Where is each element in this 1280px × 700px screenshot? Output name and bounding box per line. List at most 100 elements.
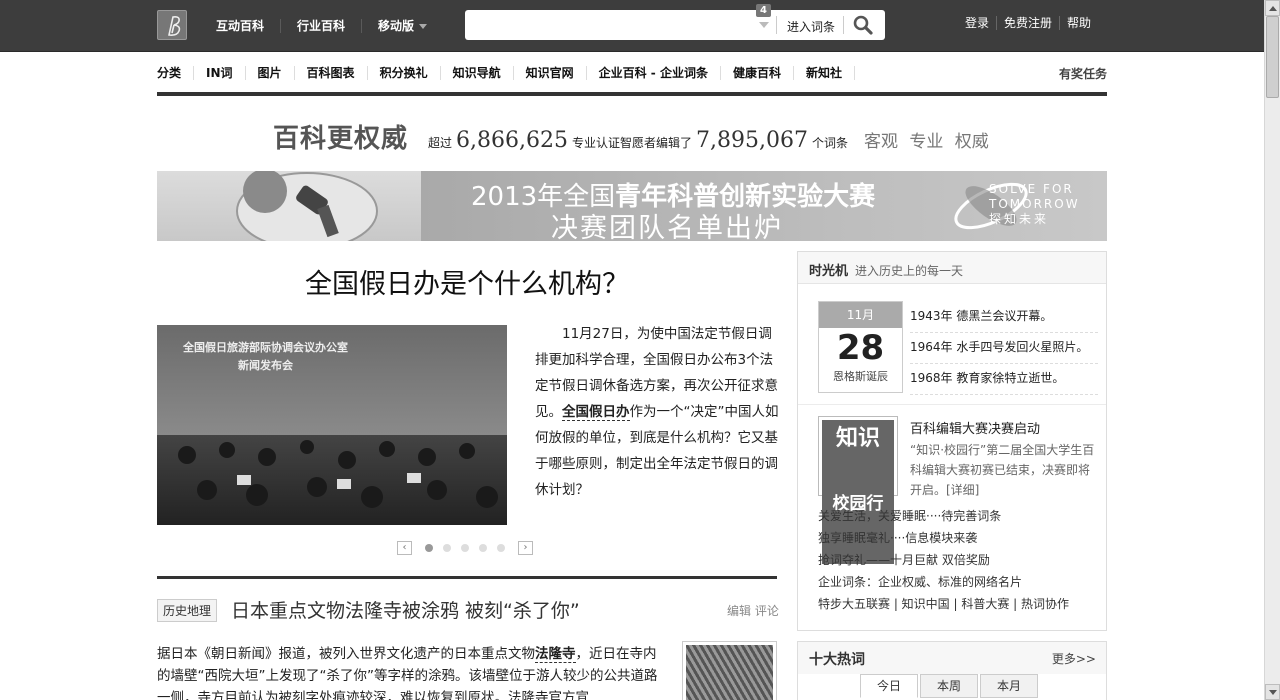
baike-logo-icon[interactable] <box>157 10 187 40</box>
nav-mobile-label: 移动版 <box>378 19 415 33</box>
divider <box>157 576 777 579</box>
subnav-item-knowledge-nav[interactable]: 知识导航 <box>441 66 514 80</box>
photo-sign-line: 新闻发布会 <box>238 359 293 372</box>
article-thumbnail[interactable] <box>682 641 777 700</box>
search-button[interactable] <box>851 14 875 36</box>
photo-audience <box>157 435 507 525</box>
search-icon <box>853 15 873 35</box>
promo-link[interactable]: 独享睡眠毫礼····信息模块来袭 <box>818 527 1103 549</box>
reward-tasks-link[interactable]: 有奖任务 <box>1059 65 1107 82</box>
panel-title[interactable]: 时光机 <box>809 260 848 279</box>
entry-link-horyuji[interactable]: 法隆寺 <box>535 646 576 663</box>
promo-links: 关爱生活，关爱睡眠····待完善词条 独享睡眠毫礼····信息模块来袭 抢词夺礼… <box>818 505 1103 615</box>
slogan-mid: 专业认证智愿者编辑了 <box>572 136 693 150</box>
panel-header: 十大热词 更多>> <box>798 642 1106 674</box>
feature-summary: 11月27日，为使中国法定节假日调排更加科学合理，全国假日办公布3个法定节假日调… <box>535 321 780 503</box>
search-box: 4 进入词条 <box>465 4 885 40</box>
promo-link[interactable]: 抢词夺礼——十月巨献 双倍奖励 <box>818 549 1103 571</box>
entry-link-holiday-office[interactable]: 全国假日办 <box>562 404 630 421</box>
slogan-title: 百科更权威 <box>273 124 409 154</box>
subnav-item-enterprise[interactable]: 企业百科 - 企业词条 <box>587 66 721 80</box>
nav-hudong-baike[interactable]: 互动百科 <box>200 19 282 33</box>
article-category-tag[interactable]: 历史地理 <box>157 599 218 622</box>
editor-count: 6,866,625 <box>456 128 568 153</box>
brand-line: TOMORROW <box>989 197 1080 211</box>
promo-logo-line: 知识 <box>822 420 894 492</box>
register-link[interactable]: 免费注册 <box>997 16 1061 30</box>
edit-link[interactable]: 编辑 <box>727 604 751 618</box>
slide-dot[interactable] <box>443 544 451 552</box>
feature-photo[interactable]: 全国假日旅游部际协调会议办公室 新闻发布会 <box>157 325 507 525</box>
slide-dots <box>420 544 510 552</box>
article-actions: 编辑 评论 <box>727 602 779 619</box>
slogan-pre: 超过 <box>428 136 453 150</box>
promo-link[interactable]: 关爱生活，关爱睡眠····待完善词条 <box>818 505 1103 527</box>
date-calendar[interactable]: 11月 28 恩格斯诞辰 <box>818 301 903 393</box>
history-event[interactable]: 1968年 教育家徐特立逝世。 <box>910 364 1098 395</box>
search-count-badge: 4 <box>756 4 771 17</box>
photo-sign: 全国假日旅游部际协调会议办公室 新闻发布会 <box>163 339 368 375</box>
brand-line: SOLVE FOR <box>989 182 1074 196</box>
next-slide-button[interactable]: › <box>518 541 533 555</box>
promo-link[interactable]: 特步大五联赛 | 知识中国 | 科普大赛 | 热词协作 <box>818 593 1103 615</box>
help-link[interactable]: 帮助 <box>1060 16 1098 30</box>
subnav-item-xinzhishe[interactable]: 新知社 <box>794 66 855 80</box>
promo-logo: 知识 校园行 <box>822 420 894 564</box>
slide-dot[interactable] <box>461 544 469 552</box>
banner-subheadline: 决赛团队名单出炉 <box>551 213 783 241</box>
subnav-item-category[interactable]: 分类 <box>157 66 195 80</box>
nav-industry-baike[interactable]: 行业百科 <box>281 19 363 33</box>
campus-promo-image[interactable]: 知识 校园行 <box>818 416 898 564</box>
login-link[interactable]: 登录 <box>958 16 998 30</box>
calendar-note: 恩格斯诞辰 <box>833 370 888 383</box>
scroll-up-button[interactable] <box>1265 0 1280 16</box>
history-events: 1943年 德黑兰会议开幕。 1964年 水手四号发回火星照片。 1968年 教… <box>910 302 1098 395</box>
sub-nav: 分类 IN词 图片 百科图表 积分换礼 知识导航 知识官网 企业百科 - 企业词… <box>157 58 1107 88</box>
article-title[interactable]: 日本重点文物法隆寺被涂鸦 被刻“杀了你” <box>231 596 580 623</box>
prev-slide-button[interactable]: ‹ <box>397 541 412 555</box>
entry-count: 7,895,067 <box>696 128 808 153</box>
feature-title[interactable]: 全国假日办是个什么机构？ <box>157 262 777 301</box>
history-event[interactable]: 1964年 水手四号发回火星照片。 <box>910 333 1098 364</box>
more-link[interactable]: 更多>> <box>1052 650 1096 667</box>
slogan-tags: 客观 专业 权威 <box>864 132 989 152</box>
competition-banner[interactable]: 2013年全国青年科普创新实验大赛 决赛团队名单出炉 SOLVE FOR TOM… <box>157 171 1107 241</box>
article-text-pre: 据日本《朝日新闻》报道，被列入世界文化遗产的日本重点文物 <box>157 646 535 662</box>
slogan-post: 个词条 <box>811 136 848 150</box>
scrollbar-thumb[interactable] <box>1266 16 1279 98</box>
promo-title[interactable]: 百科编辑大赛决赛启动 <box>910 418 1040 437</box>
top-nav: 互动百科 行业百科 移动版 <box>200 0 443 52</box>
scroll-down-button[interactable] <box>1265 684 1280 700</box>
promo-link[interactable]: 企业词条：企业权威、标准的网络名片 <box>818 571 1103 593</box>
history-event[interactable]: 1943年 德黑兰会议开幕。 <box>910 302 1098 333</box>
enter-entry-button[interactable]: 进入词条 <box>787 18 835 35</box>
subnav-item-official-site[interactable]: 知识官网 <box>514 66 587 80</box>
banner-brand: SOLVE FOR TOMORROW 探知未来 <box>989 182 1080 227</box>
search-input[interactable] <box>471 13 751 37</box>
slide-dot[interactable] <box>497 544 505 552</box>
subnav-item-inword[interactable]: IN词 <box>194 66 246 80</box>
panel-header: 时光机 进入历史上的每一天 <box>798 252 1106 284</box>
divider <box>798 404 1106 405</box>
comment-link[interactable]: 评论 <box>755 604 779 618</box>
slide-dot[interactable] <box>425 544 433 552</box>
thumbnail-image <box>686 645 773 700</box>
subnav-item-health[interactable]: 健康百科 <box>721 66 794 80</box>
divider <box>157 92 1107 96</box>
tab-week[interactable]: 本周 <box>920 674 978 698</box>
subnav-item-charts[interactable]: 百科图表 <box>295 66 368 80</box>
slogan: 百科更权威 超过 6,866,625 专业认证智愿者编辑了 7,895,067 … <box>273 118 989 154</box>
tab-month[interactable]: 本月 <box>980 674 1038 698</box>
photo-sign-line: 全国假日旅游部际协调会议办公室 <box>183 341 348 354</box>
page-scrollbar[interactable] <box>1264 0 1280 700</box>
subnav-item-points[interactable]: 积分换礼 <box>368 66 441 80</box>
tab-today[interactable]: 今日 <box>860 674 918 698</box>
banner-photo <box>157 171 421 241</box>
panel-title: 十大热词 <box>809 652 865 668</box>
subnav-item-images[interactable]: 图片 <box>246 66 295 80</box>
nav-mobile[interactable]: 移动版 <box>362 19 443 33</box>
slide-dot[interactable] <box>479 544 487 552</box>
brand-line: 探知未来 <box>989 212 1050 226</box>
divider <box>776 16 777 34</box>
search-dropdown-icon[interactable] <box>759 22 769 28</box>
